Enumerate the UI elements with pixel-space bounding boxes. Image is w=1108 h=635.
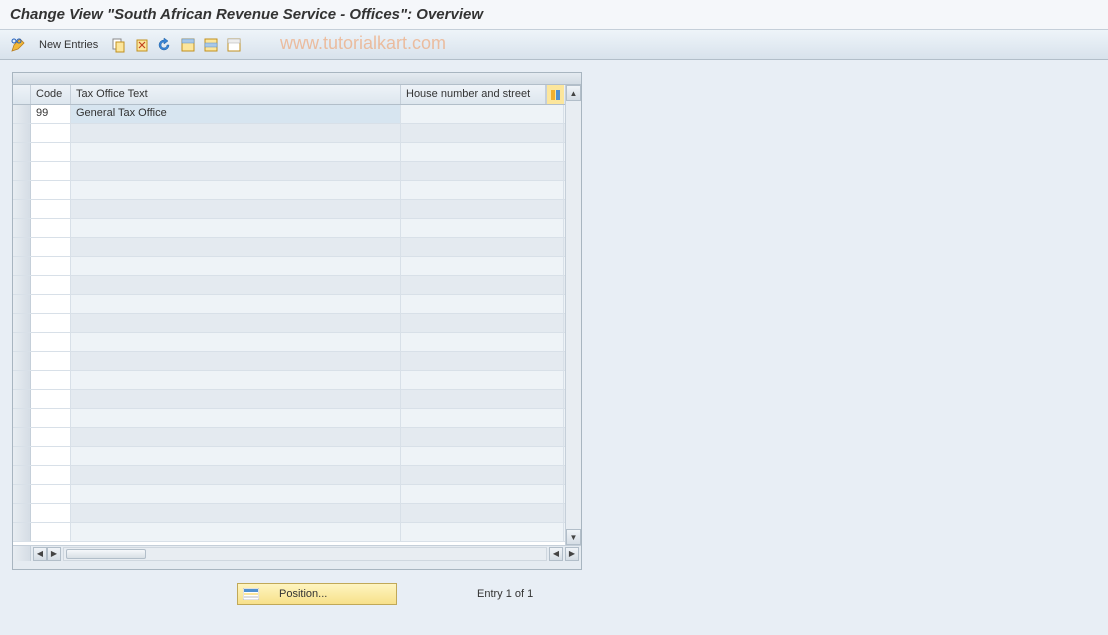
undo-button[interactable] xyxy=(155,35,175,55)
scroll-up-button[interactable]: ▲ xyxy=(566,85,581,101)
table-drag-bar[interactable] xyxy=(13,73,581,85)
table-row[interactable] xyxy=(13,162,565,181)
row-selector[interactable] xyxy=(13,428,31,446)
scroll-left-end-button[interactable]: ◀ xyxy=(549,547,563,561)
table-row[interactable] xyxy=(13,390,565,409)
row-selector[interactable] xyxy=(13,352,31,370)
table-row[interactable] xyxy=(13,314,565,333)
scroll-right-button[interactable]: ▶ xyxy=(47,547,61,561)
row-selector[interactable] xyxy=(13,124,31,142)
copy-icon xyxy=(111,37,127,53)
cell-house[interactable] xyxy=(401,105,564,123)
row-selector[interactable] xyxy=(13,105,31,123)
table-row[interactable] xyxy=(13,428,565,447)
select-block-icon xyxy=(203,37,219,53)
row-selector[interactable] xyxy=(13,504,31,522)
table-row[interactable] xyxy=(13,238,565,257)
row-selector[interactable] xyxy=(13,143,31,161)
row-selector[interactable] xyxy=(13,390,31,408)
row-selector[interactable] xyxy=(13,238,31,256)
vertical-scrollbar[interactable]: ▲ ▼ xyxy=(565,85,581,545)
select-block-button[interactable] xyxy=(201,35,221,55)
row-selector[interactable] xyxy=(13,466,31,484)
column-header-code[interactable]: Code xyxy=(31,85,71,104)
column-headers-row: Code Tax Office Text House number and st… xyxy=(13,85,565,105)
toolbar: New Entries xyxy=(0,30,1108,60)
row-selector[interactable] xyxy=(13,219,31,237)
column-header-text[interactable]: Tax Office Text xyxy=(71,85,401,104)
entry-count-text: Entry 1 of 1 xyxy=(477,588,533,600)
row-selector[interactable] xyxy=(13,485,31,503)
delete-button[interactable] xyxy=(132,35,152,55)
cell-code[interactable]: 99 xyxy=(31,105,71,123)
table-row[interactable] xyxy=(13,276,565,295)
table-row[interactable] xyxy=(13,447,565,466)
column-header-house[interactable]: House number and street xyxy=(401,85,546,104)
horizontal-scrollbar[interactable]: ◀ ▶ ◀ ▶ xyxy=(31,546,581,561)
footer-bar: Position... Entry 1 of 1 xyxy=(0,583,1108,605)
copy-as-button[interactable] xyxy=(109,35,129,55)
scroll-down-button[interactable]: ▼ xyxy=(566,529,581,545)
scroll-left-button[interactable]: ◀ xyxy=(33,547,47,561)
pencil-glasses-icon xyxy=(10,37,26,53)
hscroll-corner xyxy=(13,546,31,561)
table-row[interactable] xyxy=(13,523,565,542)
select-all-button[interactable] xyxy=(178,35,198,55)
table-row[interactable] xyxy=(13,485,565,504)
row-selector[interactable] xyxy=(13,257,31,275)
table-row[interactable] xyxy=(13,504,565,523)
scroll-right-end-button[interactable]: ▶ xyxy=(565,547,579,561)
table-row[interactable]: 99 General Tax Office xyxy=(13,105,565,124)
position-icon xyxy=(243,588,259,600)
position-button[interactable]: Position... xyxy=(237,583,397,605)
table-container: Code Tax Office Text House number and st… xyxy=(12,72,582,570)
row-selector[interactable] xyxy=(13,276,31,294)
position-label: Position... xyxy=(279,588,327,600)
table-row[interactable] xyxy=(13,143,565,162)
configure-columns-button[interactable] xyxy=(546,85,564,104)
table-row[interactable] xyxy=(13,124,565,143)
row-selector[interactable] xyxy=(13,314,31,332)
scroll-track[interactable] xyxy=(566,101,581,529)
deselect-all-button[interactable] xyxy=(224,35,244,55)
row-selector[interactable] xyxy=(13,333,31,351)
row-selector[interactable] xyxy=(13,447,31,465)
row-selector[interactable] xyxy=(13,162,31,180)
table-row[interactable] xyxy=(13,181,565,200)
cell-text[interactable]: General Tax Office xyxy=(71,105,401,123)
table-row[interactable] xyxy=(13,219,565,238)
table-row[interactable] xyxy=(13,257,565,276)
select-all-icon xyxy=(180,37,196,53)
row-selector[interactable] xyxy=(13,295,31,313)
delete-icon xyxy=(134,37,150,53)
table-row[interactable] xyxy=(13,295,565,314)
select-all-rows-header[interactable] xyxy=(13,85,31,104)
table-config-icon xyxy=(550,89,562,101)
row-selector[interactable] xyxy=(13,371,31,389)
row-selector[interactable] xyxy=(13,523,31,541)
table-row[interactable] xyxy=(13,352,565,371)
change-icon-button[interactable] xyxy=(8,35,28,55)
new-entries-button[interactable]: New Entries xyxy=(31,36,106,54)
hscroll-track[interactable] xyxy=(63,547,547,561)
page-title: Change View "South African Revenue Servi… xyxy=(10,6,483,23)
hscroll-thumb[interactable] xyxy=(66,549,146,559)
row-selector[interactable] xyxy=(13,409,31,427)
undo-icon xyxy=(157,37,173,53)
table-row[interactable] xyxy=(13,466,565,485)
title-bar: Change View "South African Revenue Servi… xyxy=(0,0,1108,30)
row-selector[interactable] xyxy=(13,200,31,218)
row-selector[interactable] xyxy=(13,181,31,199)
deselect-icon xyxy=(226,37,242,53)
table-row[interactable] xyxy=(13,200,565,219)
table-row[interactable] xyxy=(13,333,565,352)
table-row[interactable] xyxy=(13,409,565,428)
table-row[interactable] xyxy=(13,371,565,390)
table-body: 99 General Tax Office xyxy=(13,105,565,545)
content-area: Code Tax Office Text House number and st… xyxy=(0,60,1108,582)
horizontal-scrollbar-container: ◀ ▶ ◀ ▶ xyxy=(13,545,581,561)
